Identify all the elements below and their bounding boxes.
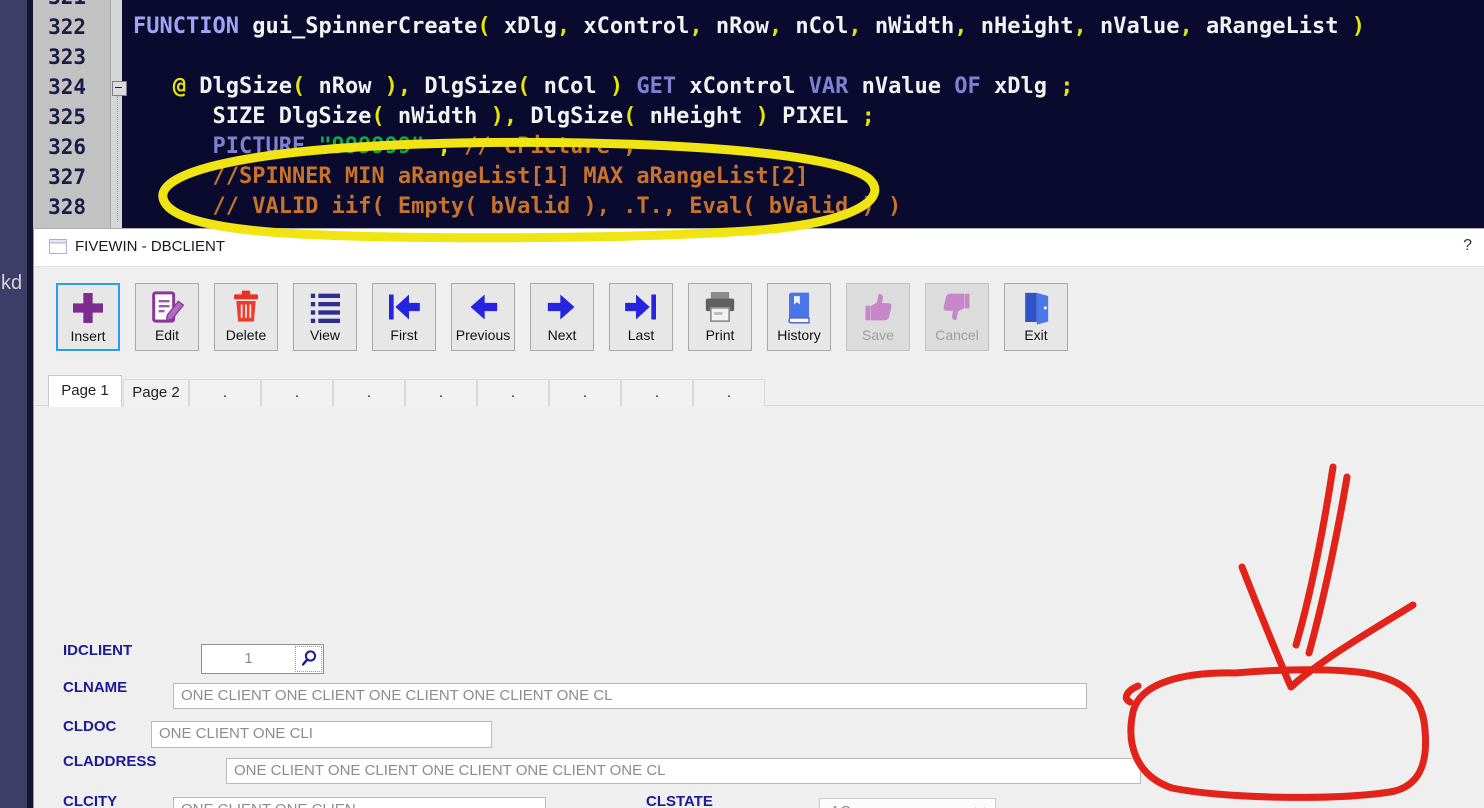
line-number: 322 [48,15,86,39]
titlebar[interactable]: FIVEWIN - DBCLIENT ? [34,229,1484,267]
tab-5[interactable]: . [333,379,405,406]
exit-button-label: Exit [1024,327,1048,343]
insert-button-label: Insert [70,328,106,344]
view-button[interactable]: View [293,283,357,351]
history-button[interactable]: History [767,283,831,351]
next-button-label: Next [547,327,577,343]
idclient-lookup-field[interactable]: 1 [201,644,324,674]
tab-strip: Page 1 Page 2........ [34,375,1484,407]
window-title: FIVEWIN - DBCLIENT [75,238,226,255]
view-button-label: View [309,327,341,343]
clcity-label: CLCITY [63,793,118,808]
save-button-label: Save [862,327,894,343]
history-button-label: History [777,327,821,343]
clcity-input[interactable]: ONE CLIENT ONE CLIEN [173,797,546,808]
fold-guide-line [117,96,118,222]
thumb-up-icon [858,287,898,327]
print-button[interactable]: Print [688,283,752,351]
toolbar: Insert Edit Delete View First Previous Next Las… [34,266,1484,366]
tab-3[interactable]: . [189,379,261,406]
magnifier-icon [301,650,316,666]
idclient-value[interactable]: 1 [202,645,295,673]
edit-icon [147,287,187,327]
line-number: 325 [48,105,86,129]
tab-9[interactable]: . [621,379,693,406]
exit-button[interactable]: Exit [1004,283,1068,351]
claddress-input[interactable]: ONE CLIENT ONE CLIENT ONE CLIENT ONE CLI… [226,758,1141,784]
thumb-down-icon [937,287,977,327]
ide-left-strip: kd [0,0,27,808]
clstate-dropdown[interactable]: AC [819,798,996,808]
save-button: Save [846,283,910,351]
clstate-label: CLSTATE [646,793,713,808]
list-icon [305,287,345,327]
tab-8[interactable]: . [549,379,621,406]
cldoc-input[interactable]: ONE CLIENT ONE CLI [151,721,492,748]
code-line-327: //SPINNER MIN aRangeList[1] MAX aRangeLi… [212,164,809,189]
tab-7[interactable]: . [477,379,549,406]
line-number: 323 [48,45,86,69]
claddress-label: CLADDRESS [63,753,157,770]
code-line-324: @ DlgSize( nRow ), DlgSize( nCol ) GET x… [172,74,1074,99]
printer-icon [700,287,740,327]
fold-toggle-icon[interactable] [112,81,127,96]
window-icon [49,239,67,259]
arrow-last-icon [621,287,661,327]
door-icon [1016,287,1056,327]
code-line-322: FUNCTION gui_SpinnerCreate( xDlg, xContr… [133,14,1365,39]
ide-side-label: kd [1,272,23,294]
idclient-label: IDCLIENT [63,642,133,659]
clname-label: CLNAME [63,679,128,696]
next-button[interactable]: Next [530,283,594,351]
idclient-search-button[interactable] [295,646,322,672]
edit-button[interactable]: Edit [135,283,199,351]
insert-button[interactable]: Insert [56,283,120,351]
client-form: IDCLIENT 1 CLNAME ONE CLIENT ONE CLIENT … [34,406,1484,808]
tab-6[interactable]: . [405,379,477,406]
tab-10[interactable]: . [693,379,765,406]
delete-button[interactable]: Delete [214,283,278,351]
cancel-button: Cancel [925,283,989,351]
code-editor: 321 322 323 324 325 326 327 328 FUNCTION gui_Sp… [33,0,1484,228]
first-button[interactable]: First [372,283,436,351]
code-line-328: // VALID iif( Empty( bValid ), .T., Eval… [212,194,902,219]
last-button-label: Last [627,327,655,343]
tab-4[interactable]: . [261,379,333,406]
first-button-label: First [390,327,418,343]
arrow-right-icon [542,287,582,327]
clname-input[interactable]: ONE CLIENT ONE CLIENT ONE CLIENT ONE CLI… [173,683,1087,709]
line-number: 326 [48,135,86,159]
cldoc-label: CLDOC [63,718,117,735]
last-button[interactable]: Last [609,283,673,351]
screenshot-stage: kd 321 322 323 324 325 326 327 328 FUNCTION gui… [0,0,1484,808]
plus-icon [68,288,108,328]
cancel-button-label: Cancel [935,327,979,343]
arrow-left-icon [463,287,503,327]
fivewin-dbclient-window: FIVEWIN - DBCLIENT ? Insert Edit Delete Vie… [33,228,1484,808]
line-number: 327 [48,165,86,189]
previous-button-label: Previous [455,327,511,343]
delete-button-label: Delete [225,327,267,343]
clstate-value: AC [820,803,974,808]
line-number-gutter: 321 322 323 324 325 326 327 328 [33,0,111,228]
tab-page-1[interactable]: Page 1 [48,375,122,407]
book-icon [779,287,819,327]
code-line-326: PICTURE "999999" ; // cPicture ; [212,134,637,159]
line-number: 328 [48,195,86,219]
tab-page-2[interactable]: Page 2 [123,379,189,406]
previous-button[interactable]: Previous [451,283,515,351]
arrow-first-icon [384,287,424,327]
line-number: 324 [48,75,86,99]
code-line-325: SIZE DlgSize( nWidth ), DlgSize( nHeight… [212,104,875,129]
print-button-label: Print [705,327,735,343]
trash-icon [226,287,266,327]
edit-button-label: Edit [154,327,180,343]
help-button[interactable]: ? [1463,237,1472,255]
line-number: 321 [33,0,110,12]
